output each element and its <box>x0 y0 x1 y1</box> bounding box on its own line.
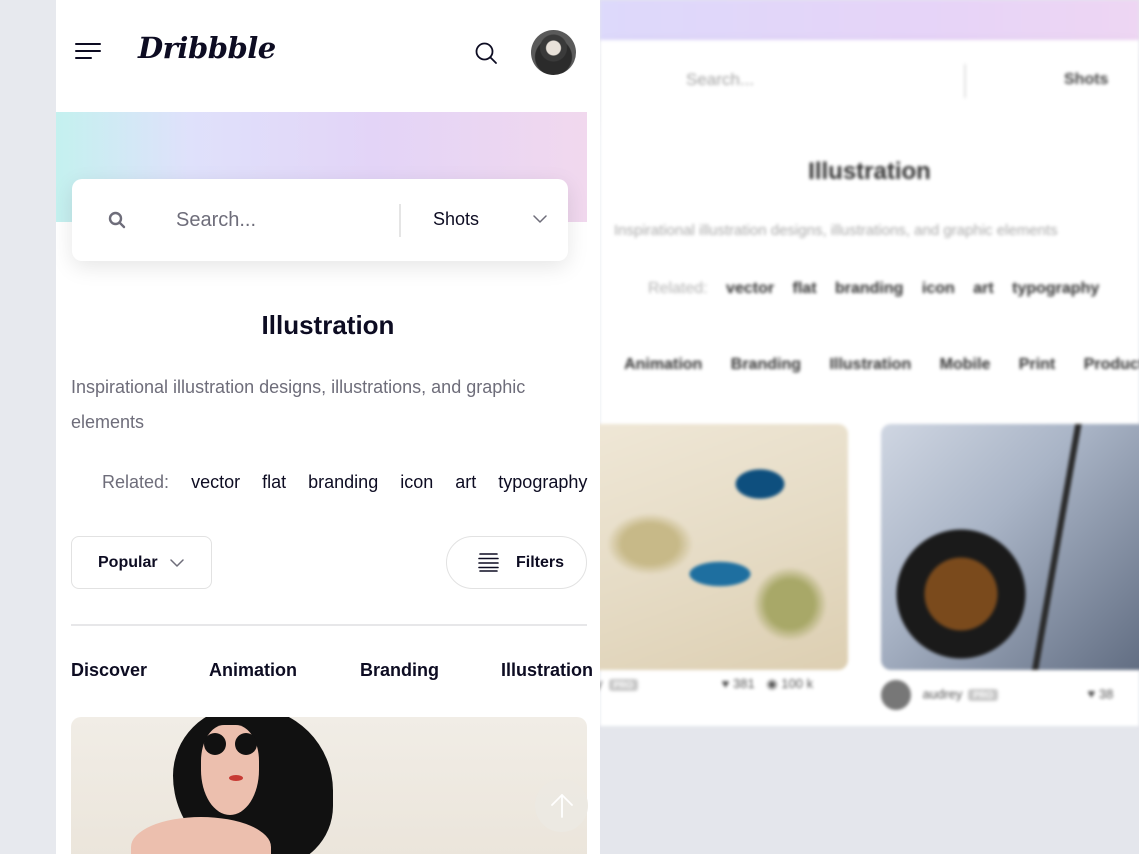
bg-related-tag: icon <box>921 280 955 297</box>
bg-related-label: Related: <box>648 280 708 297</box>
bg-shot-author: y <box>600 676 603 691</box>
bg-shot-meta: y PRO ♥ 381 ◉ 100 k <box>600 676 813 692</box>
shot-thumbnail[interactable] <box>71 717 587 854</box>
hamburger-menu-icon[interactable] <box>75 43 101 61</box>
filters-button[interactable]: Filters <box>446 536 587 589</box>
shot-art-sunglasses <box>204 733 226 755</box>
tab-animation[interactable]: Animation <box>209 660 297 681</box>
heart-icon: ♥ <box>721 676 730 691</box>
search-input[interactable] <box>176 203 386 237</box>
page-description: Inspirational illustration designs, illu… <box>71 377 526 432</box>
header: Dribbble <box>56 0 600 112</box>
bg-related-tags: Related: vector flat branding icon art t… <box>648 280 1113 298</box>
bg-related-tag: art <box>973 280 994 297</box>
bg-category: Illustration <box>829 356 912 373</box>
bg-category: Product D <box>1083 356 1139 373</box>
shot-art-sunglasses <box>235 733 257 755</box>
shot-art-lips <box>229 775 243 781</box>
bg-shot-author: audrey <box>922 686 963 702</box>
related-tag-icon[interactable]: icon <box>400 472 433 492</box>
search-icon <box>108 211 126 229</box>
search-card: Shots <box>72 179 568 261</box>
search-icon[interactable] <box>474 41 498 65</box>
bg-shots-select: Shots <box>1064 71 1109 88</box>
bg-category: Animation <box>624 356 703 373</box>
heart-icon: ♥ <box>1087 686 1096 702</box>
sort-popular-button[interactable]: Popular <box>71 536 212 589</box>
bg-shot-sketch-photo <box>881 424 1139 670</box>
dribbble-logo[interactable]: Dribbble <box>138 31 276 65</box>
bg-category-tabs: r Animation Branding Illustration Mobile… <box>600 356 1139 374</box>
bg-shot-birds-illustration <box>600 424 848 670</box>
related-tag-branding[interactable]: branding <box>308 472 378 492</box>
mobile-page: Dribbble Shots Illustration Inspirationa… <box>56 0 600 854</box>
related-tag-art[interactable]: art <box>455 472 476 492</box>
related-label: Related: <box>102 472 170 492</box>
filter-lines-icon <box>478 553 499 572</box>
bg-search-bar: Search... Shots <box>600 40 1139 120</box>
bg-likes-count: 381 <box>732 676 755 691</box>
chevron-down-icon <box>170 559 184 567</box>
bg-related-tag: flat <box>792 280 817 297</box>
bg-category: Print <box>1018 356 1056 373</box>
scroll-to-top-button[interactable] <box>535 779 588 832</box>
filters-label: Filters <box>516 554 565 571</box>
chevron-down-icon[interactable] <box>533 212 547 226</box>
bg-page-title: Illustration <box>808 158 931 185</box>
sort-label: Popular <box>98 554 158 571</box>
tab-discover[interactable]: Discover <box>71 660 147 681</box>
bg-related-tag: branding <box>834 280 904 297</box>
bg-views-count: 100 k <box>781 676 814 691</box>
search-divider <box>399 204 401 237</box>
bg-category: Branding <box>730 356 801 373</box>
page-title: Illustration <box>261 310 395 340</box>
related-tags: Related: vector flat branding icon art t… <box>102 472 587 493</box>
related-tag-vector[interactable]: vector <box>191 472 240 492</box>
search-type-select[interactable]: Shots <box>433 209 479 230</box>
eye-icon: ◉ <box>766 676 778 691</box>
tab-branding[interactable]: Branding <box>360 660 439 681</box>
user-avatar[interactable] <box>531 30 576 75</box>
bg-search-placeholder: Search... <box>686 70 755 89</box>
bg-pro-badge: PRO <box>968 689 998 701</box>
left-gutter <box>0 0 56 854</box>
related-tag-typography[interactable]: typography <box>498 472 587 492</box>
bg-page-description: Inspirational illustration designs, illu… <box>614 222 1058 239</box>
bg-category: Mobile <box>939 356 991 373</box>
background-page: Search... Shots Illustration Inspiration… <box>600 0 1139 854</box>
arrow-up-icon <box>551 794 573 818</box>
bg-likes-count: 38 <box>1098 686 1114 702</box>
divider <box>71 624 587 626</box>
bg-hero-gradient <box>600 0 1139 42</box>
tab-illustration[interactable]: Illustration <box>501 660 593 681</box>
bg-search-divider <box>964 64 966 98</box>
bg-related-tag: vector <box>726 280 775 297</box>
bg-shot-meta: audrey PRO ♥ 38 <box>881 680 1113 710</box>
related-tag-flat[interactable]: flat <box>262 472 286 492</box>
bg-content: Illustration Inspirational illustration … <box>600 120 1139 726</box>
bg-related-tag: typography <box>1012 280 1100 297</box>
bg-author-avatar <box>881 680 911 710</box>
bg-pro-badge: PRO <box>608 678 639 691</box>
